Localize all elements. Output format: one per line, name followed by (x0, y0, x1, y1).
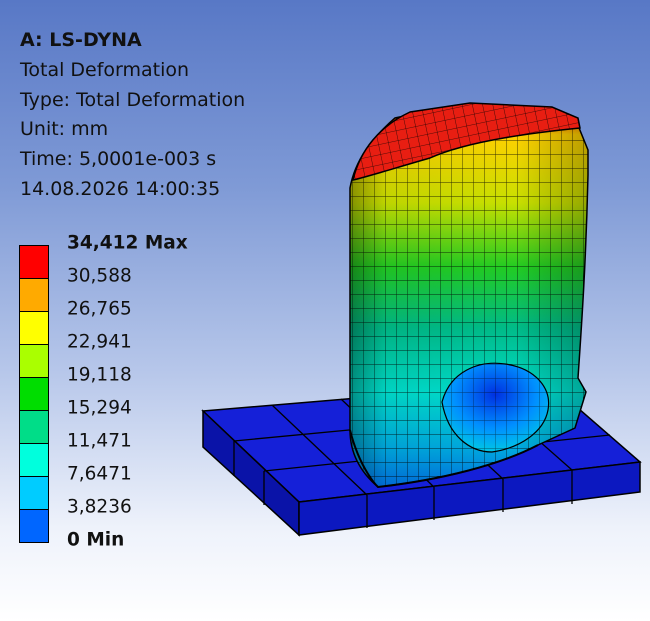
model-viewport[interactable] (0, 0, 650, 621)
deformed-cylinder (349, 102, 589, 489)
